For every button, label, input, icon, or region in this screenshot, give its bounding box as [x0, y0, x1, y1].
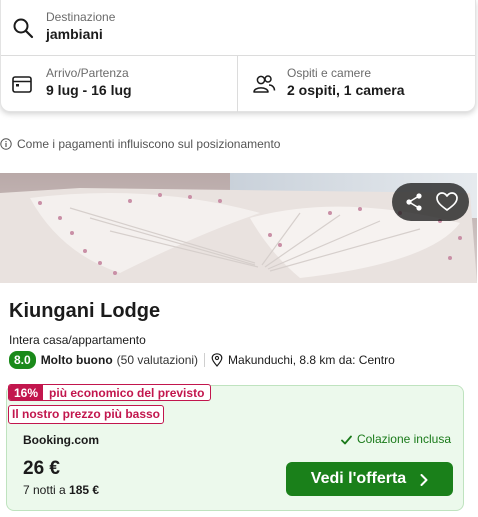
- payment-info-text: Come i pagamenti influiscono sul posizio…: [17, 137, 281, 151]
- rating-row: 8.0 Molto buono (50 valutazioni) Makundu…: [9, 351, 395, 369]
- total-price: 7 notti a 185 €: [23, 483, 99, 497]
- search-icon: [11, 16, 35, 40]
- provider-name: Booking.com: [23, 433, 100, 447]
- property-type: Intera casa/appartamento: [9, 333, 146, 347]
- share-icon[interactable]: [402, 190, 426, 214]
- heart-icon[interactable]: [435, 190, 459, 214]
- photo-actions: [392, 183, 469, 221]
- view-deal-label: Vedi l'offerta: [310, 470, 407, 487]
- nightly-price: 26 €: [23, 458, 60, 479]
- check-icon: [341, 434, 352, 445]
- deal-card[interactable]: 16% più economico del previsto Il nostro…: [6, 384, 464, 511]
- destination-field[interactable]: Destinazione jambiani: [1, 0, 475, 56]
- people-icon: [252, 74, 276, 94]
- hotel-photo[interactable]: [0, 173, 477, 283]
- review-count[interactable]: (50 valutazioni): [117, 353, 198, 367]
- destination-value: jambiani: [46, 26, 103, 42]
- guests-field[interactable]: Ospiti e camere 2 ospiti, 1 camera: [238, 56, 477, 112]
- discount-badge: 16% più economico del previsto: [8, 384, 212, 401]
- divider: [204, 353, 206, 367]
- discount-percent: 16%: [9, 385, 44, 400]
- rating-score: 8.0: [9, 351, 36, 369]
- search-form: Destinazione jambiani Arrivo/Partenza 9 …: [0, 0, 476, 112]
- discount-text: più economico del previsto: [49, 386, 205, 400]
- breakfast-included: Colazione inclusa: [341, 432, 451, 446]
- dates-field[interactable]: Arrivo/Partenza 9 lug - 16 lug: [1, 56, 238, 112]
- calendar-icon: [11, 74, 33, 94]
- payment-info-link[interactable]: Come i pagamenti influiscono sul posizio…: [0, 137, 280, 151]
- breakfast-label: Colazione inclusa: [356, 432, 451, 446]
- hotel-location[interactable]: Makunduchi, 8.8 km da: Centro: [228, 353, 395, 367]
- dates-value: 9 lug - 16 lug: [46, 82, 132, 98]
- chevron-right-icon: [420, 473, 428, 486]
- lowest-price-badge: Il nostro prezzo più basso: [8, 405, 165, 424]
- hotel-name[interactable]: Kiungani Lodge: [9, 300, 160, 323]
- dates-label: Arrivo/Partenza: [46, 66, 129, 80]
- map-pin-icon: [211, 353, 223, 367]
- guests-value: 2 ospiti, 1 camera: [287, 82, 405, 98]
- total-amount: 185 €: [69, 483, 100, 497]
- rating-label: Molto buono: [40, 353, 113, 367]
- info-icon: [0, 138, 12, 150]
- view-deal-button[interactable]: Vedi l'offerta: [286, 462, 453, 496]
- destination-label: Destinazione: [46, 10, 116, 24]
- nights-prefix: 7 notti a: [23, 483, 66, 497]
- guests-label: Ospiti e camere: [287, 66, 372, 80]
